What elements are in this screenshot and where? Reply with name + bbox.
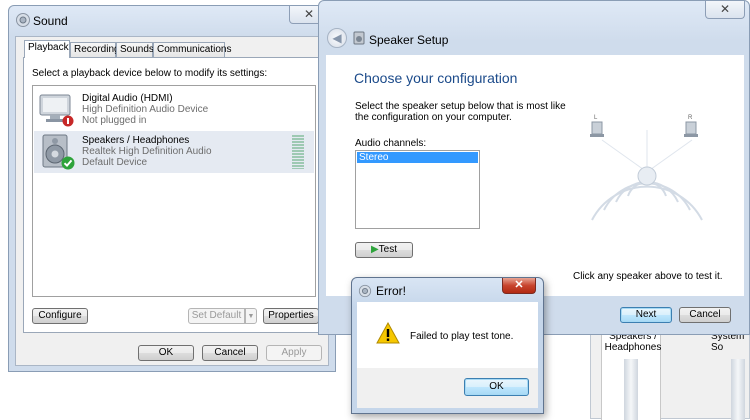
play-icon: ▶: [370, 244, 379, 255]
ok-button[interactable]: OK: [138, 345, 194, 361]
device-driver: Realtek High Definition Audio: [82, 146, 212, 157]
test-button-label: Test: [378, 244, 398, 255]
left-speaker-icon: [590, 121, 604, 137]
background-window: Speakers / Headphones System So: [590, 328, 750, 420]
tab-playback[interactable]: Playback: [24, 40, 70, 58]
tab-communications[interactable]: Communications: [153, 42, 231, 58]
device-list[interactable]: Digital Audio (HDMI) High Definition Aud…: [32, 85, 316, 297]
next-button[interactable]: Next: [620, 307, 672, 323]
instruction-text: Select a playback device below to modify…: [32, 68, 268, 79]
tab-recording[interactable]: Recording: [70, 42, 120, 58]
description-text: Select the speaker setup below that is m…: [355, 101, 566, 123]
error-message: Failed to play test tone.: [410, 331, 514, 342]
tab-sounds[interactable]: Sounds: [116, 42, 154, 58]
speaker-graphic: [731, 359, 745, 420]
sound-app-icon: [16, 13, 30, 27]
window-title: Speaker Setup: [369, 33, 449, 47]
sound-app-icon: [358, 284, 372, 298]
background-panel-left: Speakers / Headphones: [601, 329, 661, 420]
speaker-graphic: [624, 359, 638, 420]
apply-button[interactable]: Apply: [266, 345, 322, 361]
device-name: Speakers / Headphones: [82, 135, 190, 146]
device-name: Digital Audio (HDMI): [82, 93, 173, 104]
error-button-bar: OK: [357, 368, 538, 408]
device-driver: High Definition Audio Device: [82, 104, 209, 115]
list-item-speakers-headphones[interactable]: Speakers / Headphones Realtek High Defin…: [34, 131, 314, 173]
wizard-content: Choose your configuration Select the spe…: [326, 55, 744, 296]
unplugged-status-icon: [62, 115, 74, 127]
sound-client-area: Playback Recording Sounds Communications…: [15, 36, 329, 366]
speaker-setup-icon: [353, 31, 365, 45]
device-status: Default Device: [82, 157, 148, 168]
speaker-diagram: [590, 121, 703, 221]
close-button[interactable]: ✕: [705, 1, 745, 19]
right-speaker-label[interactable]: R: [688, 115, 692, 121]
window-title: Sound: [33, 14, 68, 28]
error-content: Failed to play test tone.: [357, 302, 538, 368]
set-default-dropdown[interactable]: ▼: [245, 308, 257, 324]
sound-dialog: Sound ✕ Playback Recording Sounds Commun…: [8, 5, 336, 372]
ok-button[interactable]: OK: [464, 378, 529, 396]
page-title: Choose your configuration: [354, 70, 518, 86]
set-default-button[interactable]: Set Default: [188, 308, 245, 324]
check-icon: [61, 156, 75, 170]
error-dialog: Error! ✕ Failed to play test tone. OK: [351, 277, 544, 414]
test-button[interactable]: ▶Test: [355, 242, 413, 258]
back-button[interactable]: ◀: [327, 28, 347, 48]
volume-meter: [292, 135, 304, 169]
audio-channels-label: Audio channels:: [355, 138, 427, 149]
configure-button[interactable]: Configure: [32, 308, 88, 324]
device-status: Not plugged in: [82, 115, 147, 126]
cancel-button[interactable]: Cancel: [202, 345, 258, 361]
test-hint-text: Click any speaker above to test it.: [573, 271, 723, 282]
chevron-down-icon: ▼: [247, 313, 255, 320]
close-button[interactable]: ✕: [502, 278, 536, 294]
audio-channels-list[interactable]: Stereo: [355, 150, 480, 229]
warning-icon: [376, 322, 400, 344]
list-item-digital-audio[interactable]: Digital Audio (HDMI) High Definition Aud…: [34, 89, 314, 131]
tab-page-playback: Select a playback device below to modify…: [23, 57, 321, 333]
back-arrow-icon: ◀: [332, 31, 342, 45]
sound-titlebar: Sound ✕: [9, 6, 335, 34]
properties-button[interactable]: Properties: [263, 308, 319, 324]
cancel-button[interactable]: Cancel: [679, 307, 731, 323]
list-item-stereo[interactable]: Stereo: [357, 152, 478, 163]
window-title: Error!: [376, 284, 406, 298]
right-speaker-icon: [684, 121, 698, 137]
left-speaker-label[interactable]: L: [594, 115, 597, 121]
